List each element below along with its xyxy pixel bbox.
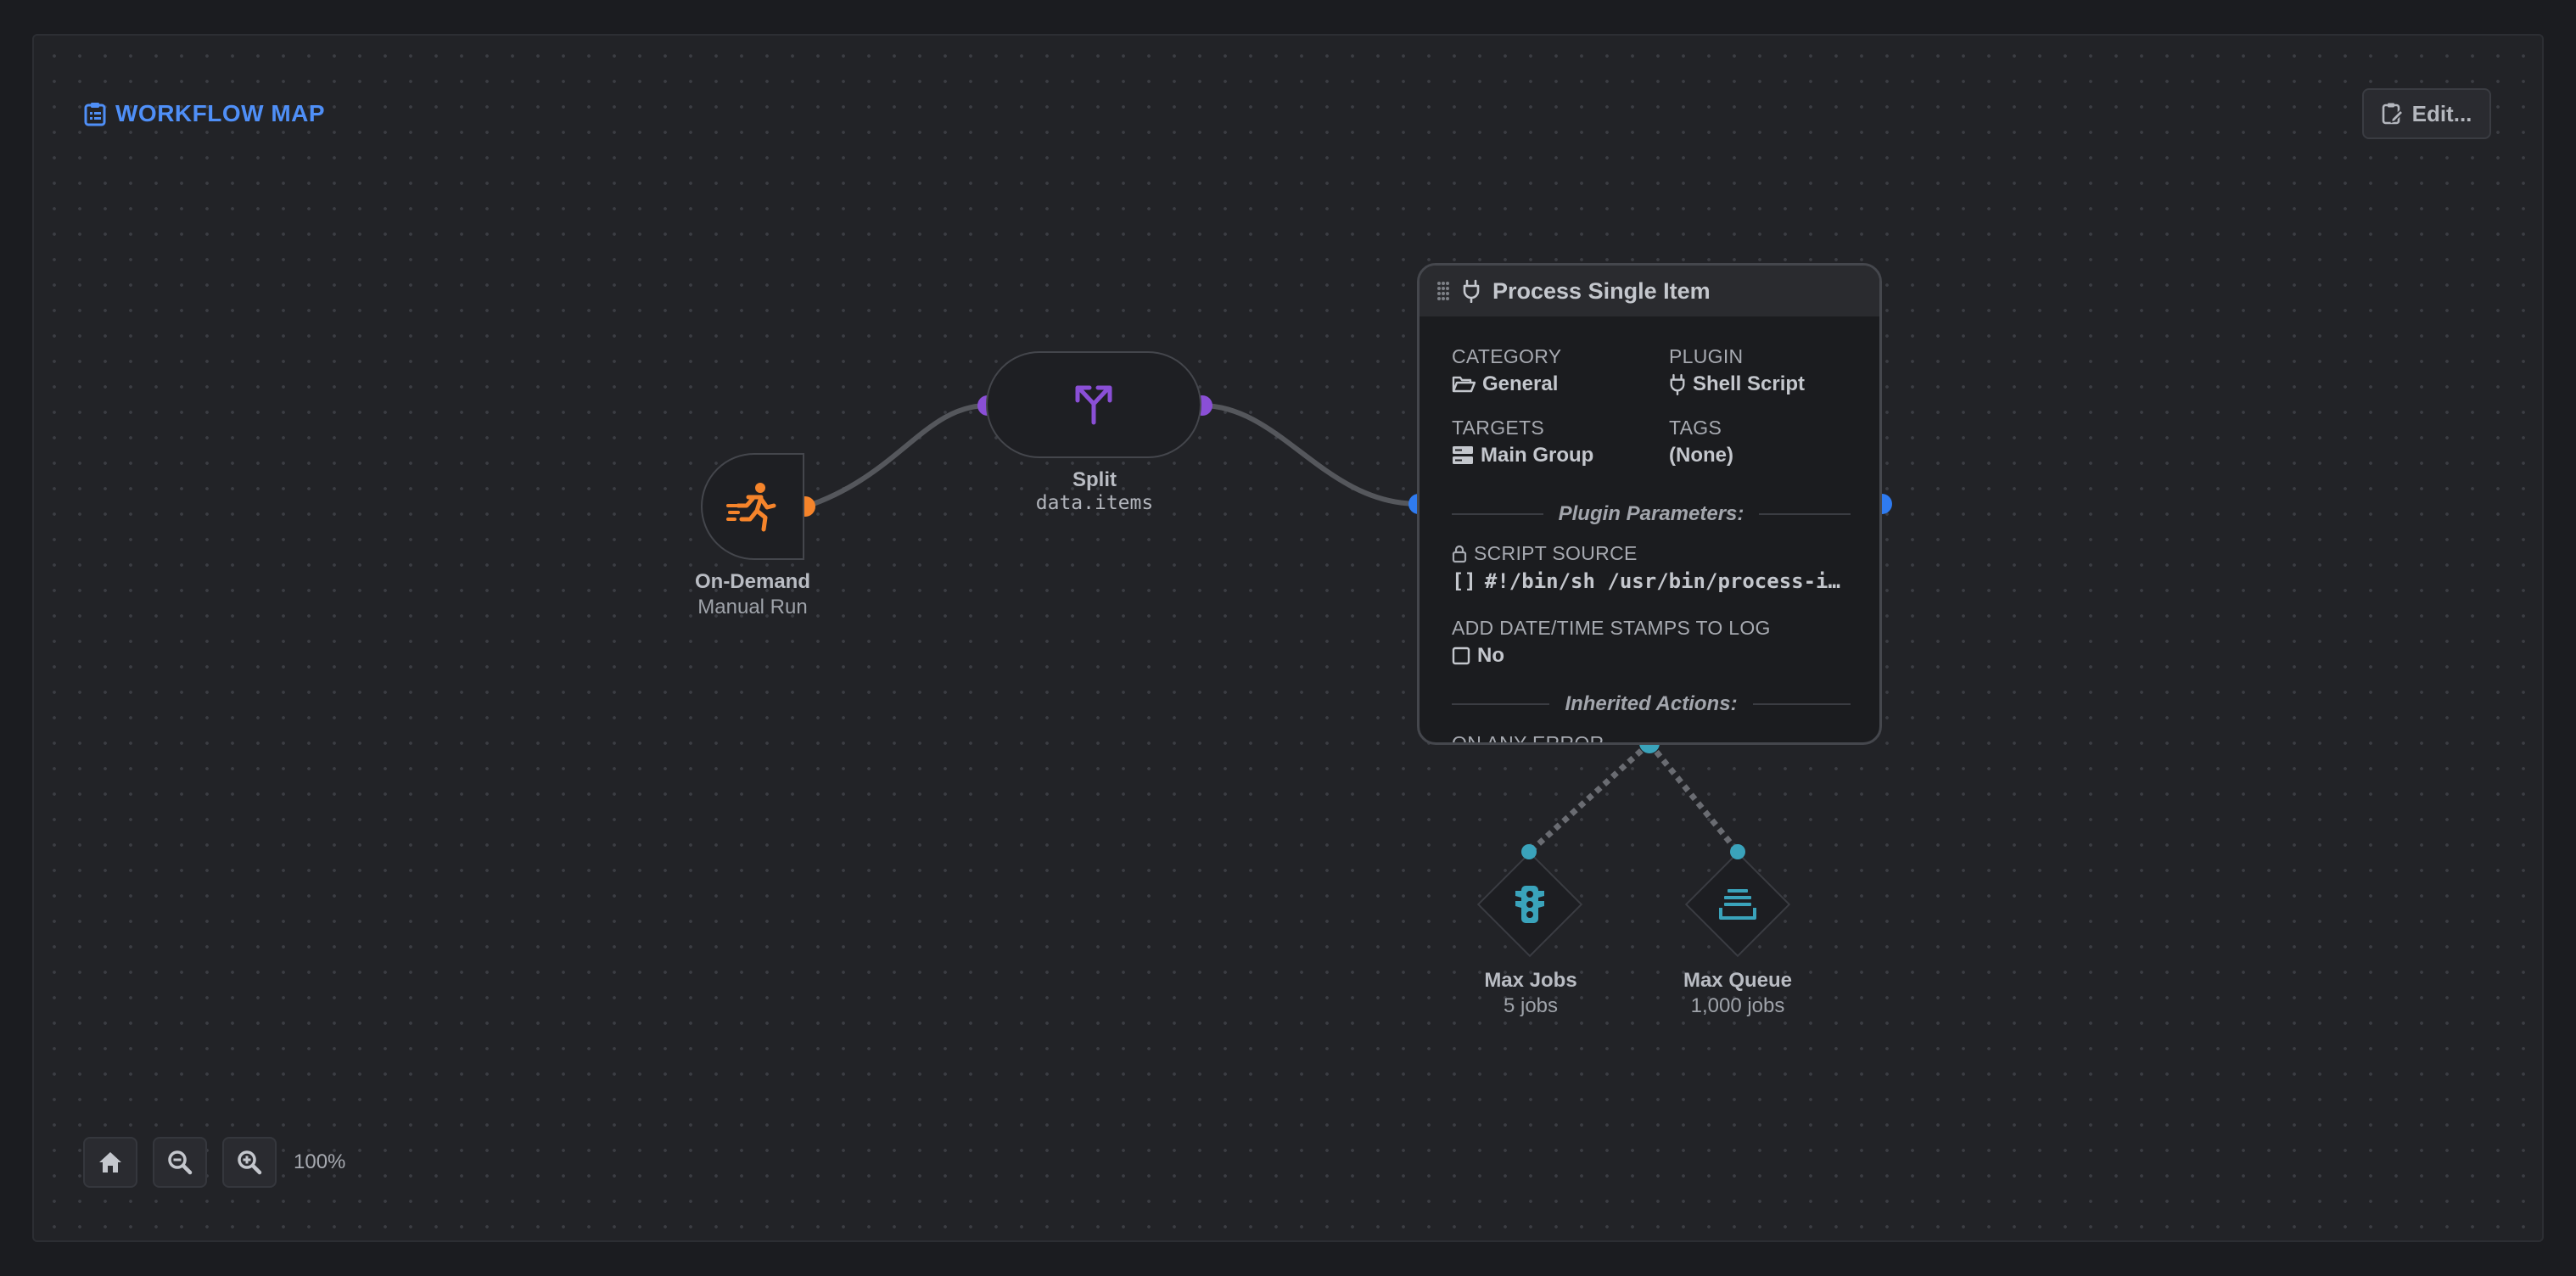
max-queue-title: Max Queue [1683, 969, 1793, 992]
trigger-node[interactable] [701, 453, 804, 560]
queue-stack-icon [1712, 879, 1763, 930]
zoom-in-button[interactable] [222, 1137, 277, 1188]
timestamps-label: ADD DATE/TIME STAMPS TO LOG [1452, 617, 1771, 639]
connection-layer [795, 395, 1892, 854]
plugin-params-heading: Plugin Parameters: [1558, 502, 1744, 525]
on-any-error-label: ON ANY ERROR [1452, 732, 1604, 745]
max-queue-port[interactable] [1729, 842, 1746, 859]
link-job-maxqueue [1647, 741, 1740, 854]
inherited-actions-heading: Inherited Actions: [1565, 692, 1738, 715]
inherited-actions-separator: Inherited Actions: [1452, 691, 1851, 717]
category-value: General [1452, 372, 1558, 396]
job-node[interactable]: Process Single Item CATEGORY General PLU… [1417, 263, 1882, 745]
split-expression: data.items [1035, 492, 1154, 514]
checkbox-unchecked-icon [1452, 646, 1470, 665]
drag-handle-icon[interactable] [1436, 281, 1450, 301]
split-label: Split data.items [967, 468, 1222, 514]
lock-icon [1452, 545, 1467, 562]
trigger-subtitle: Manual Run [697, 596, 808, 618]
script-source-label: SCRIPT SOURCE [1452, 542, 1638, 565]
timestamps-value: No [1452, 644, 1504, 668]
max-jobs-label: Max Jobs 5 jobs [1444, 969, 1617, 1018]
max-jobs-value: 5 jobs [1503, 994, 1559, 1017]
zoom-in-icon [238, 1150, 262, 1175]
running-person-icon [726, 483, 776, 532]
link-job-maxjobs [1527, 741, 1652, 854]
link-split-job [1201, 403, 1420, 506]
max-jobs-port[interactable] [1520, 842, 1537, 859]
zoom-out-icon [168, 1150, 193, 1175]
max-jobs-title: Max Jobs [1484, 969, 1577, 992]
script-source-label-text: SCRIPT SOURCE [1474, 542, 1638, 564]
zoom-out-button[interactable] [153, 1137, 207, 1188]
server-icon [1453, 446, 1473, 464]
tags-value: (None) [1669, 444, 1733, 467]
category-label: CATEGORY [1452, 345, 1562, 367]
split-title: Split [1072, 468, 1117, 491]
split-node[interactable] [986, 351, 1201, 458]
folder-open-icon [1452, 376, 1476, 393]
targets-label: TARGETS [1452, 417, 1545, 439]
job-title: Process Single Item [1492, 277, 1711, 304]
job-header[interactable]: Process Single Item [1420, 266, 1879, 316]
max-queue-value: 1,000 jobs [1690, 994, 1785, 1017]
script-source-value: [] #!/bin/sh /usr/bin/process-i… [1452, 569, 1840, 593]
plugin-label: PLUGIN [1669, 345, 1744, 367]
trigger-title: On-Demand [694, 570, 810, 593]
link-trigger-split [805, 403, 988, 509]
zoom-level: 100% [294, 1150, 346, 1173]
max-queue-label: Max Queue 1,000 jobs [1651, 969, 1824, 1018]
plug-icon [1670, 373, 1685, 395]
trigger-label: On-Demand Manual Run [667, 570, 838, 619]
code-brackets-icon: [] [1452, 569, 1476, 593]
plugin-params-separator: Plugin Parameters: [1452, 501, 1851, 527]
script-source-text: #!/bin/sh /usr/bin/process-i… [1484, 569, 1840, 593]
traffic-light-icon [1504, 879, 1555, 930]
split-arrows-icon [1075, 385, 1112, 425]
timestamps-value-text: No [1477, 644, 1504, 667]
plugin-value: Shell Script [1669, 372, 1805, 396]
tags-label: TAGS [1669, 417, 1722, 439]
home-button[interactable] [83, 1137, 137, 1188]
plugin-value-text: Shell Script [1693, 372, 1806, 395]
plug-icon [1463, 279, 1480, 303]
home-icon [99, 1152, 121, 1172]
targets-value: Main Group [1452, 444, 1593, 467]
category-value-text: General [1482, 372, 1559, 395]
targets-value-text: Main Group [1481, 444, 1594, 467]
